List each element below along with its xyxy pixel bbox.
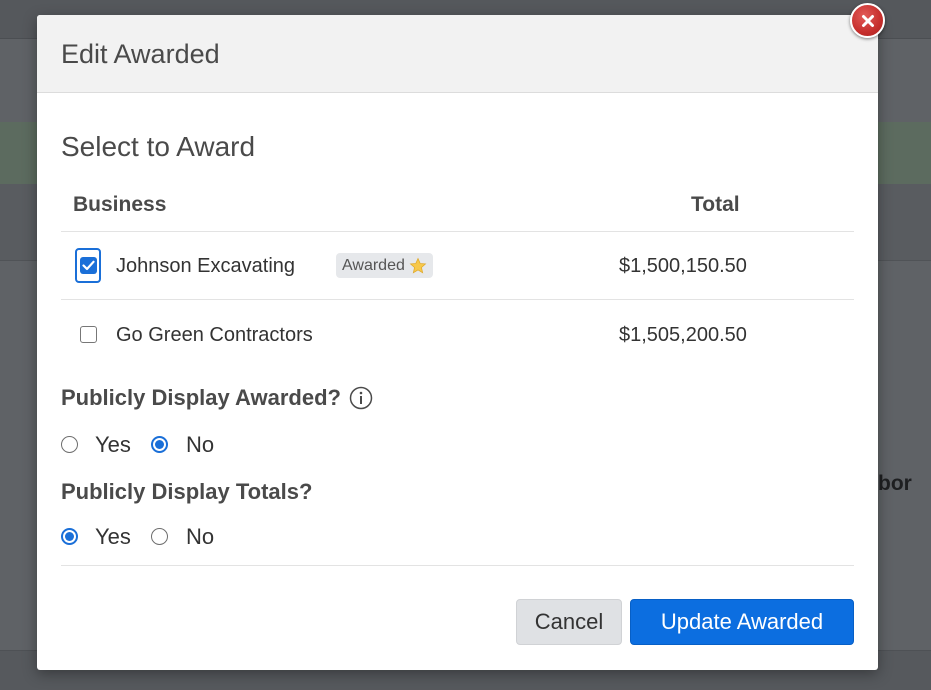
edit-awarded-modal: Edit Awarded Select to Award Business To… [37, 15, 878, 670]
section-title: Select to Award [61, 131, 256, 162]
table-divider [61, 299, 854, 300]
awarded-no-label: No [186, 432, 215, 457]
awarded-yes-label: Yes [95, 432, 131, 457]
awarded-no-radio[interactable] [151, 436, 168, 453]
column-header-total: Total [691, 193, 740, 216]
backdrop-partial-text: bor [878, 472, 912, 495]
business-name: Johnson Excavating [116, 255, 296, 277]
business-total: $1,505,200.50 [619, 324, 747, 346]
close-icon [861, 14, 874, 27]
publicly-display-awarded-label: Publicly Display Awarded? [61, 385, 373, 411]
totals-no-radio[interactable] [151, 528, 168, 545]
footer-divider [61, 565, 854, 566]
checkmark-icon [81, 260, 95, 271]
publicly-display-totals-label: Publicly Display Totals? [61, 479, 313, 504]
table-divider [61, 231, 854, 232]
column-header-business: Business [73, 193, 167, 216]
info-icon[interactable] [349, 386, 373, 410]
totals-no-label: No [186, 524, 215, 549]
business-name: Go Green Contractors [116, 324, 313, 346]
totals-yes-label: Yes [95, 524, 131, 549]
cancel-button[interactable]: Cancel [516, 599, 622, 645]
business-total: $1,500,150.50 [619, 255, 747, 277]
totals-yes-radio[interactable] [61, 528, 78, 545]
update-awarded-button[interactable]: Update Awarded [630, 599, 854, 645]
awarded-badge-label: Awarded [342, 256, 405, 274]
award-checkbox-go-green-contractors[interactable] [80, 326, 97, 343]
award-checkbox-johnson-excavating[interactable] [75, 248, 101, 283]
modal-header: Edit Awarded [37, 15, 878, 93]
awarded-yes-radio[interactable] [61, 436, 78, 453]
close-button[interactable] [850, 3, 885, 38]
modal-title: Edit Awarded [61, 39, 220, 69]
star-icon [409, 257, 427, 274]
awarded-badge: Awarded [336, 253, 433, 278]
